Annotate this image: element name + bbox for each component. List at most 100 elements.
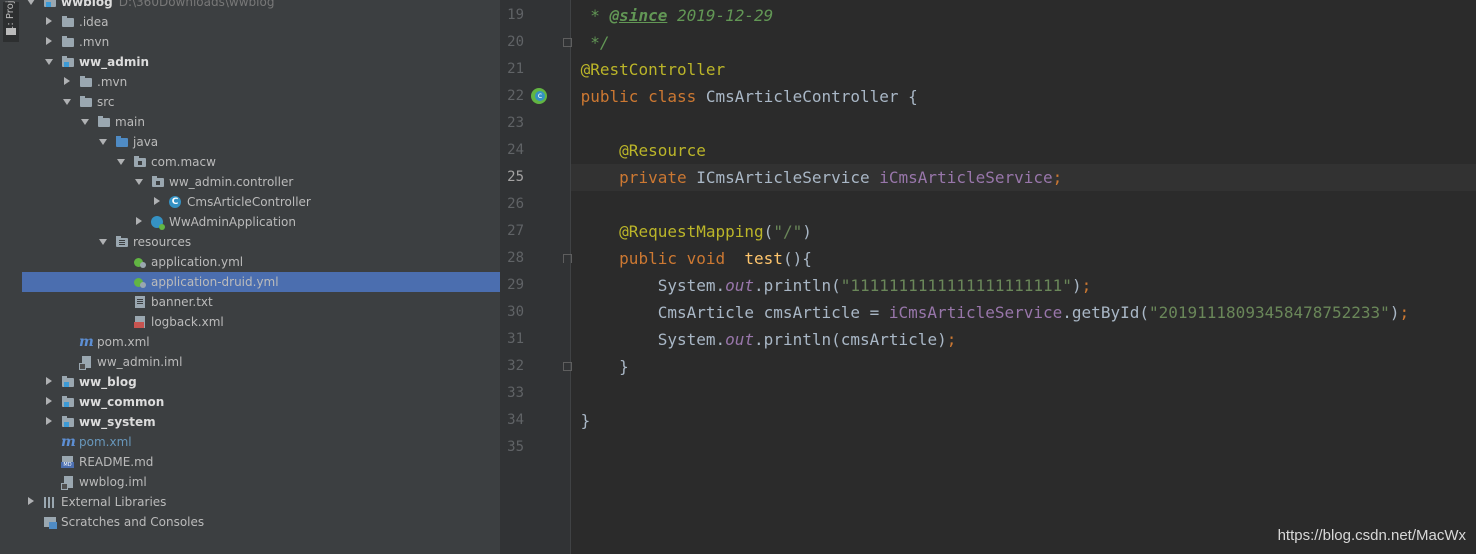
tree-item[interactable]: MD README.md <box>22 452 500 472</box>
chevron-down-icon[interactable] <box>80 112 90 132</box>
code-token: System. <box>580 330 726 349</box>
tree-item[interactable]: ww_system <box>22 412 500 432</box>
tree-item[interactable]: com.macw <box>22 152 500 172</box>
chevron-down-icon[interactable] <box>44 52 54 72</box>
code-token: ICmsArticleService <box>696 168 880 187</box>
tree-item[interactable]: C CmsArticleController <box>22 192 500 212</box>
code-token: ( <box>763 222 774 241</box>
code-line[interactable]: public void test(){ <box>571 245 1476 272</box>
tree-item-text: ww_blog <box>79 375 137 389</box>
chevron-down-icon[interactable] <box>62 92 72 112</box>
chevron-right-icon[interactable] <box>62 72 72 92</box>
markdown-file-icon: MD <box>61 455 75 469</box>
project-path: D:\360Downloads\wwblog <box>118 0 275 9</box>
xml-file-icon <box>133 315 147 329</box>
code-line[interactable]: System.out.println(cmsArticle); <box>571 326 1476 353</box>
tree-item-text: logback.xml <box>151 315 224 329</box>
tree-item[interactable]: External Libraries <box>22 492 500 512</box>
code-line[interactable] <box>571 191 1476 218</box>
spring-bean-icon[interactable] <box>531 88 547 104</box>
tree-item-label: .idea <box>79 12 109 32</box>
yml-icon <box>133 255 147 269</box>
code-line[interactable]: @RequestMapping("/") <box>571 218 1476 245</box>
code-editor[interactable]: * @since 2019-12-29 */ @RestController p… <box>571 0 1476 554</box>
tree-item[interactable]: main <box>22 112 500 132</box>
tree-item[interactable]: ww_admin.iml <box>22 352 500 372</box>
code-line[interactable]: CmsArticle cmsArticle = iCmsArticleServi… <box>571 299 1476 326</box>
chevron-right-icon[interactable] <box>44 12 54 32</box>
chevron-right-icon[interactable] <box>44 392 54 412</box>
chevron-down-icon[interactable] <box>134 172 144 192</box>
tree-item[interactable]: application.yml <box>22 252 500 272</box>
chevron-down-icon[interactable] <box>26 0 36 12</box>
tree-item[interactable]: .mvn <box>22 72 500 92</box>
tree-item[interactable]: WwAdminApplication <box>22 212 500 232</box>
code-line[interactable]: @RestController <box>571 56 1476 83</box>
yml-icon <box>133 275 147 289</box>
tree-item[interactable]: ww_blog <box>22 372 500 392</box>
code-line[interactable]: public class CmsArticleController { <box>571 83 1476 110</box>
tree-item[interactable]: banner.txt <box>22 292 500 312</box>
code-line[interactable] <box>571 434 1476 461</box>
project-tool-tab[interactable]: 1: Project <box>3 0 19 42</box>
tree-item[interactable]: application-druid.yml <box>22 272 500 292</box>
tree-item[interactable]: ww_admin.controller <box>22 172 500 192</box>
tree-item[interactable]: .idea <box>22 12 500 32</box>
folder-icon <box>79 75 93 89</box>
code-token: ) <box>1071 276 1082 295</box>
chevron-right-icon[interactable] <box>44 32 54 52</box>
maven-icon: m <box>61 434 76 450</box>
chevron-right-icon[interactable] <box>134 212 144 232</box>
tree-item[interactable]: src <box>22 92 500 112</box>
tree-item-label: application-druid.yml <box>151 272 279 292</box>
tree-item[interactable]: logback.xml <box>22 312 500 332</box>
tree-item[interactable]: m pom.xml <box>22 432 500 452</box>
tree-item[interactable]: wwblog D:\360Downloads\wwblog <box>22 0 500 12</box>
tree-item[interactable]: wwblog.iml <box>22 472 500 492</box>
tree-item-label: application.yml <box>151 252 243 272</box>
chevron-down-icon[interactable] <box>98 232 108 252</box>
code-token: .println( <box>754 276 841 295</box>
tree-item-text: pom.xml <box>97 335 150 349</box>
code-line[interactable] <box>571 380 1476 407</box>
project-tree[interactable]: wwblog D:\360Downloads\wwblog .idea .mvn ww_… <box>22 0 500 554</box>
code-token: @RequestMapping <box>619 222 764 241</box>
module-folder-icon <box>61 375 75 389</box>
line-number: 30 <box>507 304 524 320</box>
chevron-right-icon[interactable] <box>152 192 162 212</box>
chevron-down-icon[interactable] <box>98 132 108 152</box>
tree-item-label: main <box>115 112 145 132</box>
tree-item[interactable]: ww_common <box>22 392 500 412</box>
chevron-right-icon[interactable] <box>26 492 36 512</box>
code-line[interactable]: System.out.println("11111111111111111111… <box>571 272 1476 299</box>
code-line[interactable]: } <box>571 353 1476 380</box>
chevron-right-icon[interactable] <box>44 412 54 432</box>
chevron-down-icon[interactable] <box>116 152 126 172</box>
editor-gutter[interactable]: 19 20 21 22 23 24 25 26 27 28 29 30 31 32 33 34 35 <box>500 0 572 554</box>
code-line[interactable]: */ <box>571 29 1476 56</box>
line-number: 33 <box>507 385 524 401</box>
tree-item[interactable]: m pom.xml <box>22 332 500 352</box>
folder-icon <box>61 35 75 49</box>
tree-item[interactable]: java <box>22 132 500 152</box>
tree-item-text: src <box>97 95 115 109</box>
chevron-right-icon[interactable] <box>44 372 54 392</box>
code-line[interactable]: private ICmsArticleService iCmsArticleSe… <box>571 164 1476 191</box>
tree-item[interactable]: .mvn <box>22 32 500 52</box>
code-token: @since <box>609 6 668 25</box>
resources-folder-icon <box>115 235 129 249</box>
code-line[interactable]: @Resource <box>571 137 1476 164</box>
code-line[interactable]: } <box>571 407 1476 434</box>
code-line[interactable]: * @since 2019-12-29 <box>571 2 1476 29</box>
tree-item[interactable]: Scratches and Consoles <box>22 512 500 532</box>
tree-item[interactable]: ww_admin <box>22 52 500 72</box>
tree-item[interactable]: resources <box>22 232 500 252</box>
line-number: 34 <box>507 412 524 428</box>
code-line[interactable] <box>571 110 1476 137</box>
tree-item-label: com.macw <box>151 152 216 172</box>
